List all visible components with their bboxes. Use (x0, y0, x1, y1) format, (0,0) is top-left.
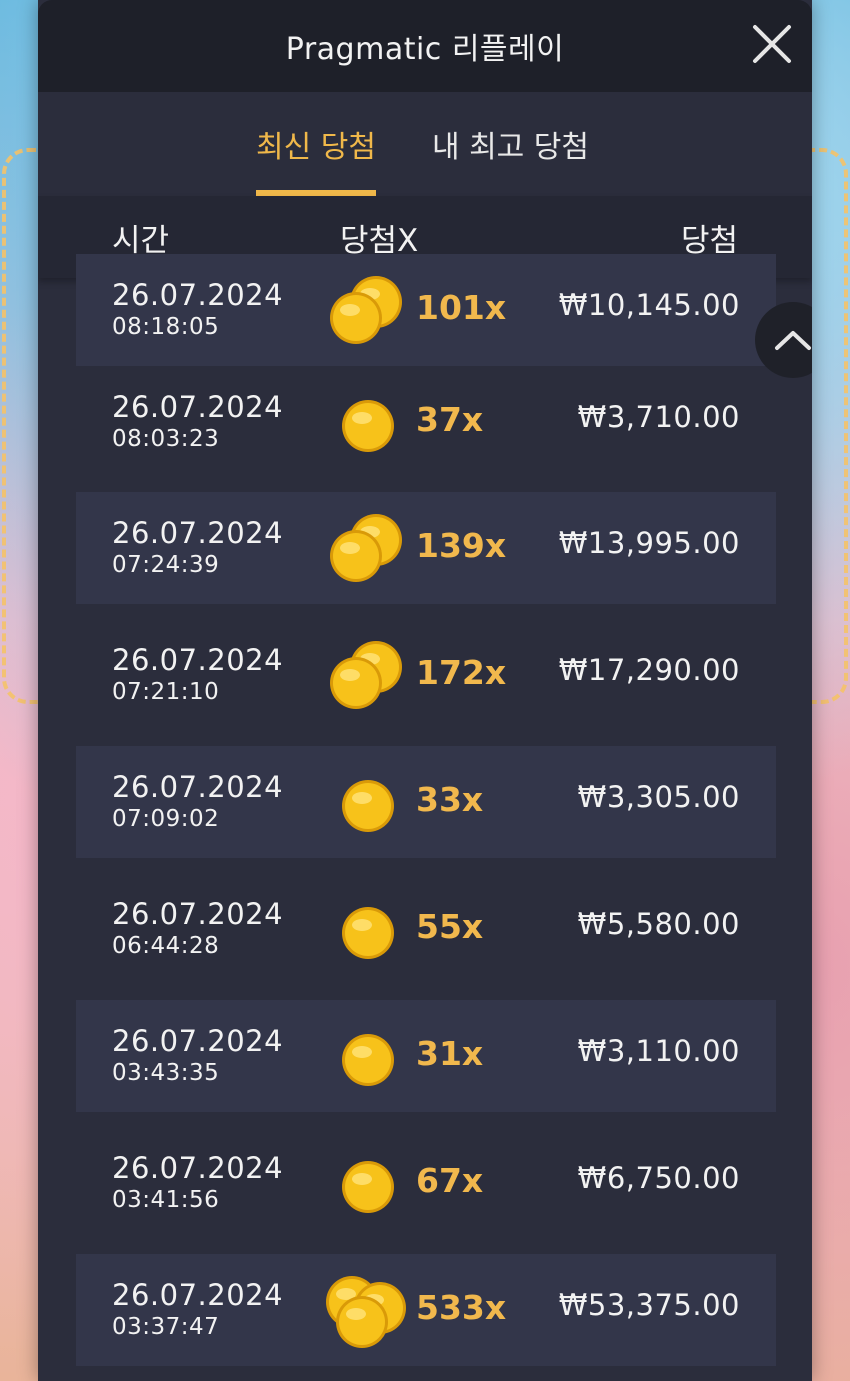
win-amount: ₩3,710.00 (577, 400, 740, 434)
win-time: 07:21:10 (112, 679, 220, 705)
win-amount: ₩6,750.00 (577, 1161, 740, 1195)
win-multiplier: 139x (416, 526, 507, 565)
win-time: 08:18:05 (112, 314, 220, 340)
single-coin-icon (342, 1034, 394, 1086)
coins-graphic (326, 1147, 406, 1221)
win-time: 07:24:39 (112, 552, 220, 578)
win-amount: ₩13,995.00 (558, 526, 740, 560)
list-item: 26.07.2024 07:09:02 33x ₩3,305.00 (76, 746, 776, 858)
list-item: 26.07.2024 03:37:47 533x ₩53,375.00 (76, 1254, 776, 1366)
double-coin-icon (330, 641, 402, 709)
win-amount: ₩3,305.00 (577, 780, 740, 814)
list-item: 26.07.2024 08:03:23 37x ₩3,710.00 (76, 366, 776, 478)
single-coin-icon (342, 907, 394, 959)
replay-modal: Pragmatic 리플레이 최신 당첨 내 최고 당첨 시간 당첨X 당첨 2… (38, 0, 812, 1381)
tab-latest-wins[interactable]: 최신 당첨 (256, 92, 376, 196)
win-date: 26.07.2024 (112, 770, 284, 804)
double-coin-icon (330, 276, 402, 344)
tab-my-best-wins[interactable]: 내 최고 당첨 (432, 92, 589, 196)
column-header-time: 시간 (112, 222, 170, 259)
single-coin-icon (342, 400, 394, 452)
tab-bar: 최신 당첨 내 최고 당첨 (38, 92, 812, 196)
single-coin-icon (342, 780, 394, 832)
win-time: 07:09:02 (112, 806, 220, 832)
triple-coin-icon (326, 1276, 406, 1348)
win-date: 26.07.2024 (112, 643, 284, 677)
close-icon (753, 25, 791, 63)
close-button[interactable] (750, 22, 794, 66)
list-item: 26.07.2024 07:24:39 139x ₩13,995.00 (76, 492, 776, 604)
win-date: 26.07.2024 (112, 278, 284, 312)
list-item: 26.07.2024 03:43:35 31x ₩3,110.00 (76, 1000, 776, 1112)
win-multiplier: 67x (416, 1161, 484, 1200)
coins-graphic (326, 1020, 406, 1094)
win-amount: ₩53,375.00 (558, 1288, 740, 1322)
coins-graphic (326, 893, 406, 967)
coins-graphic (326, 274, 406, 348)
single-coin-icon (342, 1161, 394, 1213)
win-multiplier: 55x (416, 907, 484, 946)
win-multiplier: 37x (416, 400, 484, 439)
win-time: 03:41:56 (112, 1187, 220, 1213)
win-multiplier: 172x (416, 653, 507, 692)
column-header-multiplier: 당첨X (340, 222, 419, 259)
win-date: 26.07.2024 (112, 390, 284, 424)
list-item: 26.07.2024 08:18:05 101x ₩10,145.00 (76, 254, 776, 366)
coins-graphic (326, 1274, 406, 1348)
win-date: 26.07.2024 (112, 1278, 284, 1312)
modal-title: Pragmatic 리플레이 (285, 32, 565, 67)
list-item: 26.07.2024 07:21:10 172x ₩17,290.00 (76, 619, 776, 731)
column-header-win: 당첨 (680, 222, 738, 259)
win-multiplier: 101x (416, 288, 507, 327)
win-multiplier: 33x (416, 780, 484, 819)
win-date: 26.07.2024 (112, 1024, 284, 1058)
win-amount: ₩17,290.00 (558, 653, 740, 687)
double-coin-icon (330, 514, 402, 582)
win-time: 03:43:35 (112, 1060, 220, 1086)
win-amount: ₩5,580.00 (577, 907, 740, 941)
win-time: 03:37:47 (112, 1314, 220, 1340)
modal-header: Pragmatic 리플레이 (38, 0, 812, 92)
win-time: 08:03:23 (112, 426, 220, 452)
list-item: 26.07.2024 06:44:28 55x ₩5,580.00 (76, 873, 776, 985)
win-date: 26.07.2024 (112, 1151, 284, 1185)
win-time: 06:44:28 (112, 933, 220, 959)
win-amount: ₩10,145.00 (558, 288, 740, 322)
coins-graphic (326, 766, 406, 840)
coins-graphic (326, 639, 406, 713)
win-multiplier: 533x (416, 1288, 507, 1327)
win-multiplier: 31x (416, 1034, 484, 1073)
win-amount: ₩3,110.00 (577, 1034, 740, 1068)
coins-graphic (326, 512, 406, 586)
coins-graphic (326, 386, 406, 460)
chevron-up-icon (775, 331, 811, 350)
win-date: 26.07.2024 (112, 516, 284, 550)
list-item: 26.07.2024 03:41:56 67x ₩6,750.00 (76, 1127, 776, 1239)
win-date: 26.07.2024 (112, 897, 284, 931)
